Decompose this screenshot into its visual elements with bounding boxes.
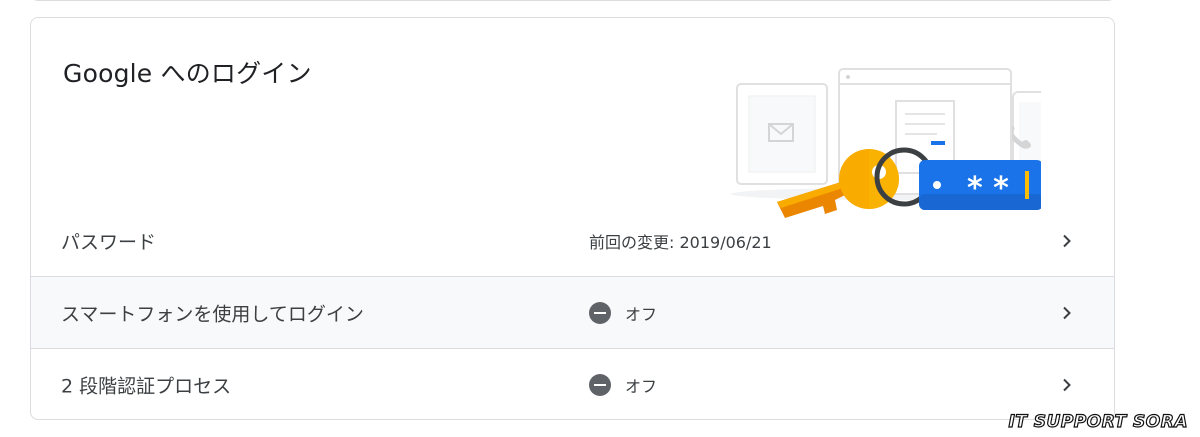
previous-card-edge	[30, 0, 1116, 1]
password-last-changed-text: 前回の変更: 2019/06/21	[589, 233, 772, 252]
chevron-right-icon	[1063, 306, 1071, 319]
password-mask: * *	[967, 171, 1009, 206]
card-title: Google へのログイン	[63, 59, 312, 88]
signin-illustration: * *	[731, 68, 1041, 218]
chevron-right-icon	[1063, 234, 1071, 248]
chevron-right-icon	[1063, 378, 1071, 391]
password-tag: * *	[919, 160, 1041, 210]
two-step-verification-status-text: オフ	[625, 376, 658, 396]
signin-card: Google へのログイン * * パスワード 前回の変更: 2019/06/2…	[30, 17, 1115, 420]
two-step-verification-row[interactable]: 2 段階認証プロセス オフ	[31, 348, 1114, 419]
two-step-verification-status: オフ	[589, 373, 657, 397]
password-row[interactable]: パスワード 前回の変更: 2019/06/21	[31, 205, 1114, 277]
off-icon	[589, 373, 611, 396]
password-label: パスワード	[61, 231, 157, 254]
blue-accent	[931, 141, 945, 145]
off-icon	[589, 301, 611, 324]
phone-signin-row[interactable]: スマートフォンを使用してログイン オフ	[31, 276, 1114, 348]
two-step-verification-label: 2 段階認証プロセス	[61, 375, 232, 397]
watermark: IT SUPPORT SORA	[1008, 411, 1188, 432]
phone-signin-status: オフ	[589, 301, 657, 325]
password-last-changed: 前回の変更: 2019/06/21	[589, 229, 772, 253]
phone-signin-label: スマートフォンを使用してログイン	[61, 303, 364, 325]
phone-signin-status-text: オフ	[625, 304, 658, 324]
